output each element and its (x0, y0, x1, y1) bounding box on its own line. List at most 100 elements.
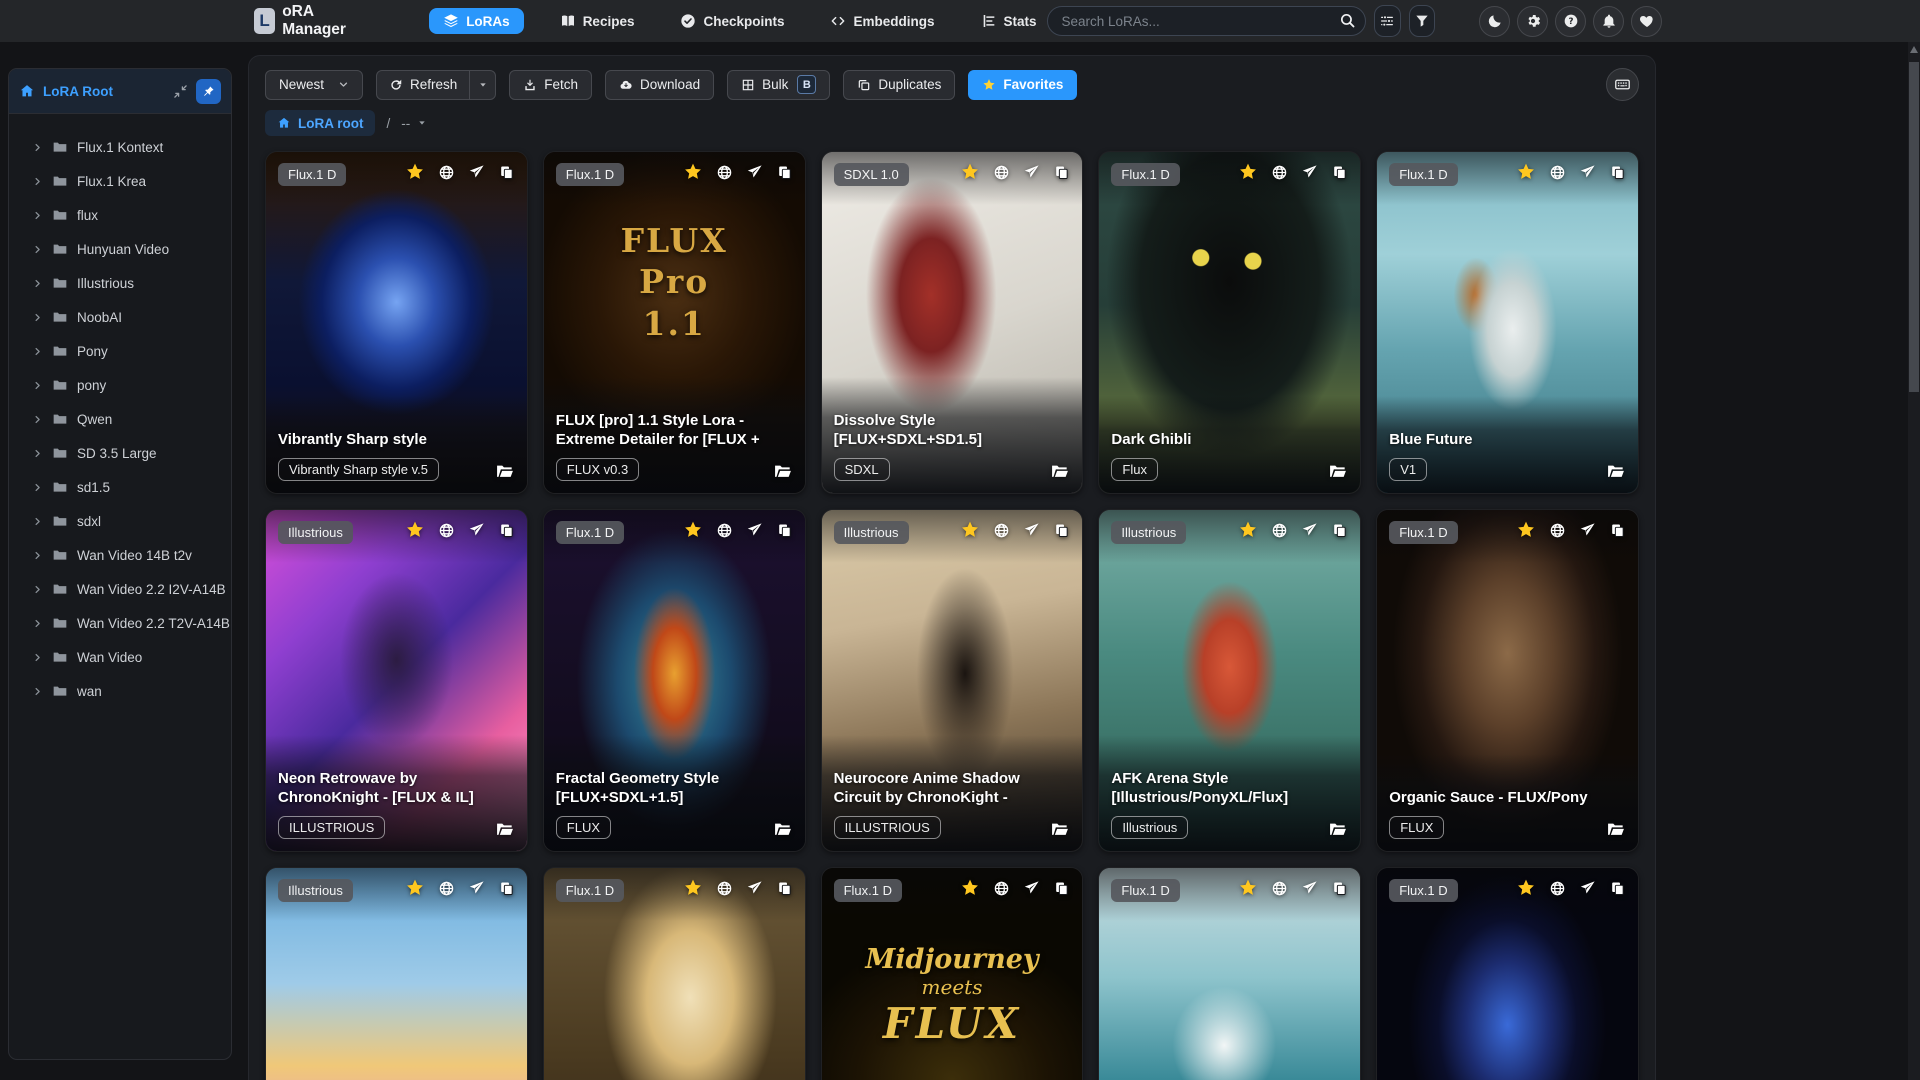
search-settings-button[interactable] (1374, 5, 1401, 37)
open-folder-icon[interactable] (773, 461, 793, 481)
globe-icon[interactable] (993, 164, 1010, 186)
open-folder-icon[interactable] (1328, 461, 1348, 481)
sidebar-folder-item[interactable]: Qwen (17, 402, 223, 436)
sidebar-folder-item[interactable]: pony (17, 368, 223, 402)
send-icon[interactable] (468, 164, 485, 186)
filter-button[interactable] (1408, 5, 1435, 37)
globe-icon[interactable] (716, 164, 733, 186)
favorite-star-icon[interactable] (1516, 520, 1536, 545)
duplicates-button[interactable]: Duplicates (843, 69, 956, 100)
lora-card[interactable]: Illustrious (265, 867, 528, 1080)
copy-icon[interactable] (498, 880, 515, 902)
chevron-right-icon[interactable] (32, 244, 43, 255)
copy-icon[interactable] (1609, 522, 1626, 544)
theme-toggle-button[interactable] (1479, 5, 1510, 37)
favorites-filter-button[interactable]: Favorites (968, 69, 1078, 100)
globe-icon[interactable] (1271, 880, 1288, 902)
globe-icon[interactable] (1549, 522, 1566, 544)
chevron-right-icon[interactable] (32, 380, 43, 391)
send-icon[interactable] (1301, 522, 1318, 544)
favorite-star-icon[interactable] (405, 520, 425, 545)
sidebar-folder-item[interactable]: flux (17, 198, 223, 232)
download-button[interactable]: Download (605, 69, 715, 100)
bulk-button[interactable]: Bulk B (727, 69, 831, 100)
nav-item-checkpoints[interactable]: Checkpoints (670, 8, 794, 34)
favorite-star-icon[interactable] (405, 162, 425, 187)
nav-item-embeddings[interactable]: Embeddings (820, 8, 944, 34)
version-badge[interactable]: FLUX v0.3 (555, 458, 640, 481)
send-icon[interactable] (1579, 164, 1596, 186)
favorite-star-icon[interactable] (1238, 162, 1258, 187)
chevron-right-icon[interactable] (32, 448, 43, 459)
chevron-right-icon[interactable] (32, 346, 43, 357)
chevron-right-icon[interactable] (32, 142, 43, 153)
globe-icon[interactable] (1271, 164, 1288, 186)
lora-card[interactable]: Flux.1 D (542, 867, 806, 1080)
chevron-right-icon[interactable] (32, 618, 43, 629)
chevron-right-icon[interactable] (32, 550, 43, 561)
sidebar-folder-item[interactable]: Pony (17, 334, 223, 368)
globe-icon[interactable] (1549, 880, 1566, 902)
send-icon[interactable] (468, 522, 485, 544)
lora-card[interactable]: Illustrious Neurocore Anime Shadow Circu… (820, 509, 1084, 852)
sidebar-folder-item[interactable]: Wan Video 2.2 I2V-A14B (17, 572, 226, 606)
sidebar-folder-item[interactable]: Flux.1 Krea (17, 164, 223, 198)
chevron-right-icon[interactable] (32, 278, 43, 289)
breadcrumb-root[interactable]: LoRA root (265, 110, 376, 136)
lora-card[interactable]: Flux.1 D (1098, 867, 1362, 1080)
globe-icon[interactable] (1549, 164, 1566, 186)
nav-item-stats[interactable]: Stats (971, 8, 1047, 34)
lora-card[interactable]: Flux.1 D Fractal Geometry Style [FLUX+SD… (542, 509, 806, 852)
send-icon[interactable] (1301, 164, 1318, 186)
send-icon[interactable] (468, 880, 485, 902)
copy-icon[interactable] (1331, 522, 1348, 544)
copy-icon[interactable] (1609, 164, 1626, 186)
scrollbar-thumb[interactable] (1909, 62, 1919, 392)
version-badge[interactable]: FLUX (555, 816, 612, 839)
favorite-star-icon[interactable] (683, 878, 703, 903)
favorite-star-icon[interactable] (683, 520, 703, 545)
settings-button[interactable] (1517, 5, 1548, 37)
globe-icon[interactable] (993, 522, 1010, 544)
chevron-right-icon[interactable] (32, 176, 43, 187)
version-badge[interactable]: V1 (1389, 458, 1428, 481)
lora-card[interactable]: FLUX Pro 1.1 Flux.1 D FLUX [pro] 1.1 Style… (542, 151, 806, 494)
fetch-button[interactable]: Fetch (509, 69, 593, 100)
keyboard-shortcuts-button[interactable] (1606, 68, 1639, 101)
copy-icon[interactable] (498, 522, 515, 544)
version-badge[interactable]: ILLUSTRIOUS (278, 816, 386, 839)
globe-icon[interactable] (716, 522, 733, 544)
favorite-star-icon[interactable] (683, 162, 703, 187)
sidebar-folder-item[interactable]: Wan Video 14B t2v (17, 538, 223, 572)
open-folder-icon[interactable] (495, 461, 515, 481)
notifications-button[interactable] (1593, 5, 1624, 37)
copy-icon[interactable] (1331, 164, 1348, 186)
nav-item-loras[interactable]: LoRAs (429, 8, 524, 34)
lora-card[interactable]: Flux.1 D Blue Future V1 (1376, 151, 1639, 494)
sidebar-folder-item[interactable]: NoobAI (17, 300, 223, 334)
lora-card[interactable]: Flux.1 D Vibrantly Sharp style Vibrantly… (265, 151, 528, 494)
sidebar-folder-item[interactable]: SD 3.5 Large (17, 436, 223, 470)
sidebar-folder-item[interactable]: Wan Video (17, 640, 223, 674)
send-icon[interactable] (1023, 880, 1040, 902)
favorite-star-icon[interactable] (1516, 878, 1536, 903)
chevron-right-icon[interactable] (32, 312, 43, 323)
favorite-star-icon[interactable] (960, 520, 980, 545)
open-folder-icon[interactable] (1328, 819, 1348, 839)
breadcrumb-current-dropdown[interactable]: -- (401, 116, 427, 131)
favorite-star-icon[interactable] (960, 878, 980, 903)
sidebar-folder-item[interactable]: Hunyuan Video (17, 232, 223, 266)
send-icon[interactable] (746, 522, 763, 544)
open-folder-icon[interactable] (1606, 461, 1626, 481)
version-badge[interactable]: SDXL (833, 458, 890, 481)
send-icon[interactable] (1579, 522, 1596, 544)
globe-icon[interactable] (993, 880, 1010, 902)
send-icon[interactable] (1023, 164, 1040, 186)
globe-icon[interactable] (716, 880, 733, 902)
collapse-all-icon[interactable] (173, 84, 188, 99)
support-button[interactable] (1631, 5, 1662, 37)
copy-icon[interactable] (498, 164, 515, 186)
search-icon[interactable] (1339, 12, 1356, 29)
chevron-right-icon[interactable] (32, 516, 43, 527)
nav-item-recipes[interactable]: Recipes (550, 8, 645, 34)
